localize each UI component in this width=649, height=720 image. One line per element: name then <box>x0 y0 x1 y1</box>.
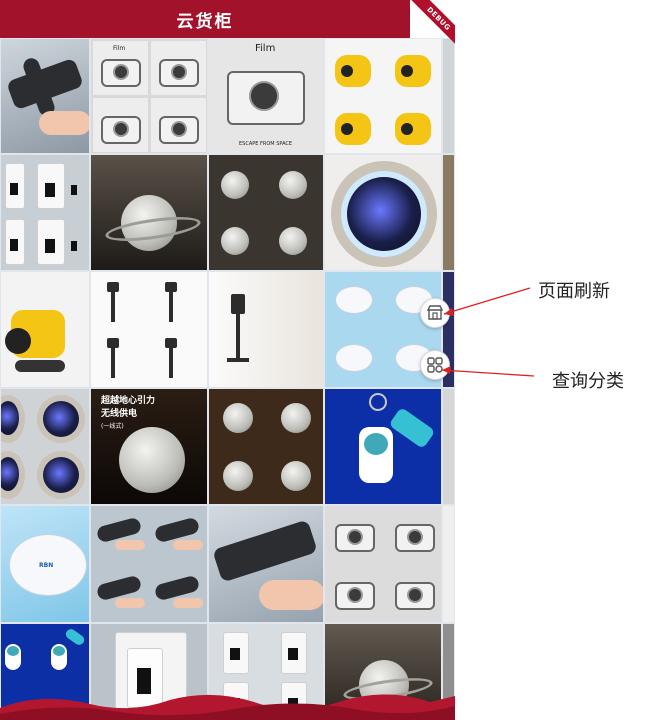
product-tile-astronaut-keychain[interactable] <box>324 388 442 505</box>
film-title: Film <box>255 43 276 54</box>
app-header: 云货柜 <box>0 0 410 38</box>
product-tile-film-camera-grid[interactable]: Film <box>90 38 208 154</box>
product-tile-saturn-lamp-grid[interactable] <box>208 154 324 271</box>
product-tile-partial-1[interactable] <box>442 38 455 154</box>
film-caption: ESCAPE FROM SPACE <box>239 141 293 147</box>
ad-note: (一线式) <box>101 423 124 430</box>
bottom-decoration <box>0 694 455 720</box>
annotation-category-label: 查询分类 <box>552 371 624 391</box>
category-button[interactable] <box>420 350 450 380</box>
ad-headline: 超越地心引力 <box>101 396 156 406</box>
product-tile-saturn-lamp[interactable] <box>90 154 208 271</box>
mouse-brand-label: RBN <box>39 562 54 569</box>
app-screen: 云货柜 DEBUG Film Film ESCAPE FROM SPACE 超越… <box>0 0 455 720</box>
product-tile-globe-grid[interactable] <box>0 388 90 505</box>
product-tile-partial-4[interactable] <box>442 388 455 505</box>
product-tile-film-grid-2[interactable] <box>324 505 442 623</box>
product-tile-film-camera[interactable]: Film ESCAPE FROM SPACE <box>208 38 324 154</box>
product-tile-drone[interactable] <box>0 38 90 154</box>
product-tile-partial-2[interactable] <box>442 154 455 271</box>
product-tile-drone-grid[interactable] <box>90 505 208 623</box>
product-tile-moon-lamp-ad[interactable]: 超越地心引力 无线供电 (一线式) <box>90 388 208 505</box>
product-tile-drone-large[interactable] <box>208 505 324 623</box>
product-tile-mouse[interactable]: RBN <box>0 505 90 623</box>
product-tile-tripod-grid[interactable] <box>90 271 208 388</box>
grid-icon <box>427 357 443 373</box>
ad-subheadline: 无线供电 <box>101 409 138 419</box>
product-grid: Film Film ESCAPE FROM SPACE 超越地心引力 无线供电 … <box>0 38 455 720</box>
product-tile-moon-lamp-grid[interactable] <box>208 388 324 505</box>
product-tile-yellow-robot[interactable] <box>0 271 90 388</box>
refresh-button[interactable] <box>420 298 450 328</box>
product-tile-charger-grid[interactable] <box>0 154 90 271</box>
product-tile-levitating-globe[interactable] <box>324 154 442 271</box>
film-label: Film <box>113 45 126 52</box>
product-tile-selfie-tripod[interactable] <box>208 271 324 388</box>
product-tile-robot-grid[interactable] <box>324 38 442 154</box>
shop-icon <box>426 305 444 320</box>
page-title: 云货柜 <box>176 11 234 32</box>
annotation-refresh-label: 页面刷新 <box>538 281 610 301</box>
product-tile-partial-5[interactable] <box>442 505 455 623</box>
